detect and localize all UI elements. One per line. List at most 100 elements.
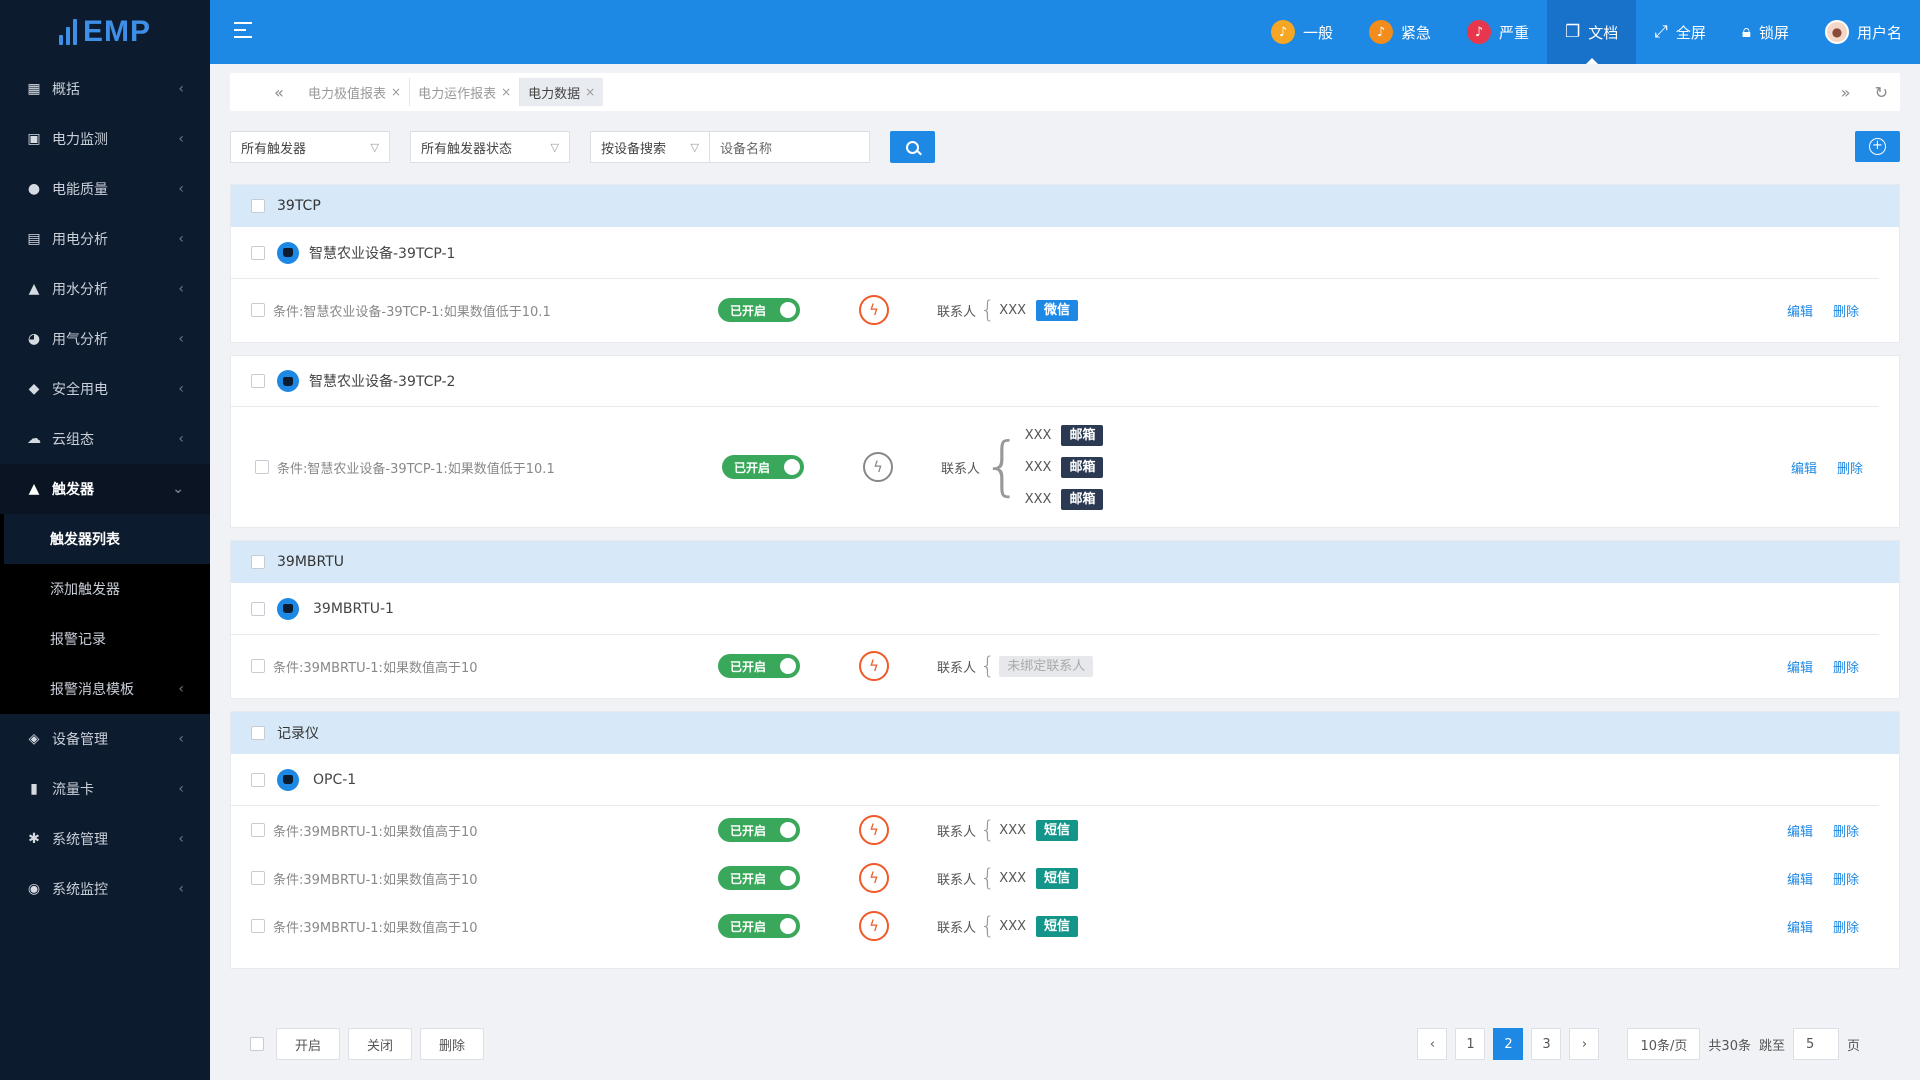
scroll-left-icon[interactable]: «	[258, 83, 300, 102]
delete-link[interactable]: 删除	[1833, 301, 1859, 320]
close-icon[interactable]: ×	[585, 85, 595, 99]
sidebar-item-power-quality[interactable]: ● 电能质量 ‹	[0, 164, 210, 214]
delete-link[interactable]: 删除	[1837, 458, 1863, 477]
enabled-toggle[interactable]: 已开启	[718, 866, 800, 890]
prev-page-icon[interactable]: ‹	[1417, 1028, 1448, 1060]
user-menu[interactable]: ● 用户名	[1807, 0, 1920, 64]
condition-checkbox[interactable]	[251, 303, 265, 317]
sidebar-item-power-monitor[interactable]: ▣ 电力监测 ‹	[0, 114, 210, 164]
sidebar: EMP ▦ 概括 ‹ ▣ 电力监测 ‹ ● 电能质量 ‹ ▤ 用电分析 ‹ ▲ …	[0, 0, 210, 1080]
fullscreen-label: 全屏	[1675, 23, 1706, 42]
scroll-right-icon[interactable]: »	[1841, 83, 1851, 102]
tab-power-data[interactable]: 电力数据 ×	[520, 78, 604, 106]
group-checkbox[interactable]	[251, 199, 265, 213]
group-name: 39MBRTU	[277, 554, 345, 570]
edit-link[interactable]: 编辑	[1787, 917, 1813, 936]
tab-power-extreme-report[interactable]: 电力极值报表 ×	[300, 78, 411, 106]
trigger-state-select[interactable]: 所有触发器状态 ▽	[410, 131, 570, 163]
bulk-enable-label: 开启	[295, 1038, 322, 1054]
group-checkbox[interactable]	[251, 555, 265, 569]
chevron-left-icon: ‹	[178, 181, 184, 197]
edit-link[interactable]: 编辑	[1787, 301, 1813, 320]
brace-icon: {	[980, 296, 996, 324]
group-card-39tcp: 39TCP 智慧农业设备-39TCP-1 条件:智慧农业设备-39TCP-1:如…	[230, 184, 1900, 343]
sms-badge: 短信	[1036, 915, 1079, 937]
enabled-toggle[interactable]: 已开启	[722, 455, 804, 479]
trigger-select[interactable]: 所有触发器 ▽	[230, 131, 390, 163]
menu-toggle-icon[interactable]	[234, 22, 252, 38]
device-checkbox[interactable]	[251, 601, 265, 616]
sidebar-subitem-alarm-records[interactable]: 报警记录	[0, 614, 210, 664]
bulk-disable-button[interactable]: 关闭	[348, 1028, 413, 1060]
device-checkbox[interactable]	[251, 245, 265, 260]
sidebar-item-trigger[interactable]: ▲ 触发器 ⌄	[0, 464, 210, 514]
sidebar-item-safety[interactable]: ◆ 安全用电 ‹	[0, 364, 210, 414]
bulk-delete-button[interactable]: 删除	[420, 1028, 485, 1060]
contact-label: 联系人	[937, 824, 977, 840]
sidebar-subitem-trigger-list[interactable]: 触发器列表	[4, 514, 210, 564]
sidebar-item-system-monitor[interactable]: ◉ 系统监控 ‹	[0, 864, 210, 914]
group-checkbox[interactable]	[251, 726, 265, 740]
sidebar-item-overview[interactable]: ▦ 概括 ‹	[0, 64, 210, 114]
sidebar-subitem-add-trigger[interactable]: 添加触发器	[0, 564, 210, 614]
page-2[interactable]: 2	[1493, 1028, 1524, 1060]
page-1[interactable]: 1	[1455, 1028, 1486, 1060]
condition-checkbox[interactable]	[251, 659, 265, 673]
sidebar-item-device-management[interactable]: ◈ 设备管理 ‹	[0, 714, 210, 764]
close-icon[interactable]: ×	[391, 85, 401, 99]
bulk-enable-button[interactable]: 开启	[276, 1028, 341, 1060]
condition-row: 条件:39MBRTU-1:如果数值高于10 已开启 ϟ 联系人 { XXX 短信…	[231, 854, 1899, 902]
add-trigger-button[interactable]: +	[1855, 131, 1900, 162]
select-all-checkbox[interactable]	[250, 1037, 264, 1051]
device-checkbox[interactable]	[251, 772, 265, 787]
sidebar-item-cloud-config[interactable]: ☁ 云组态 ‹	[0, 414, 210, 464]
edit-link[interactable]: 编辑	[1787, 657, 1813, 676]
alert-urgent-button[interactable]: ♪ 紧急	[1351, 0, 1449, 64]
refresh-icon[interactable]: ↻	[1875, 83, 1888, 102]
next-page-icon[interactable]: ›	[1569, 1028, 1600, 1060]
device-checkbox[interactable]	[251, 374, 265, 388]
delete-link[interactable]: 删除	[1833, 917, 1859, 936]
sidebar-item-sim-card[interactable]: ▮ 流量卡 ‹	[0, 764, 210, 814]
edit-link[interactable]: 编辑	[1787, 821, 1813, 840]
sidebar-subitem-alarm-templates[interactable]: 报警消息模板 ‹	[0, 664, 210, 714]
sidebar-item-system-management[interactable]: ✱ 系统管理 ‹	[0, 814, 210, 864]
condition-checkbox[interactable]	[251, 871, 265, 885]
lightning-icon: ϟ	[859, 863, 889, 893]
edit-link[interactable]: 编辑	[1791, 458, 1817, 477]
sidebar-item-gas-analysis[interactable]: ◕ 用气分析 ‹	[0, 314, 210, 364]
enabled-toggle[interactable]: 已开启	[718, 818, 800, 842]
lightning-icon: ϟ	[863, 452, 893, 482]
sidebar-item-water-analysis[interactable]: ▲ 用水分析 ‹	[0, 264, 210, 314]
avatar: ●	[1824, 20, 1849, 44]
search-type-select[interactable]: 按设备搜索 ▽	[590, 131, 710, 163]
page-size-select[interactable]: 10条/页	[1627, 1028, 1701, 1060]
enabled-toggle[interactable]: 已开启	[718, 654, 800, 678]
alert-normal-button[interactable]: ♪ 一般	[1253, 0, 1351, 64]
bell-icon: ♪	[1270, 20, 1295, 44]
enabled-toggle[interactable]: 已开启	[718, 914, 800, 938]
chevron-left-icon: ‹	[178, 731, 184, 747]
tab-power-operation-report[interactable]: 电力运作报表 ×	[410, 78, 521, 106]
delete-link[interactable]: 删除	[1833, 869, 1859, 888]
delete-link[interactable]: 删除	[1833, 821, 1859, 840]
close-icon[interactable]: ×	[501, 85, 511, 99]
delete-link[interactable]: 删除	[1833, 657, 1859, 676]
condition-checkbox[interactable]	[251, 823, 265, 837]
device-name-input[interactable]: 设备名称	[710, 131, 870, 163]
top-header: ♪ 一般 ♪ 紧急 ♪ 严重 ❐ 文档 ⤢ 全屏 🔒︎ 锁屏 ● 用户名	[210, 0, 1920, 64]
condition-checkbox[interactable]	[251, 919, 265, 933]
search-button[interactable]	[890, 131, 935, 163]
sidebar-item-electricity-analysis[interactable]: ▤ 用电分析 ‹	[0, 214, 210, 264]
alert-severe-button[interactable]: ♪ 严重	[1449, 0, 1547, 64]
trigger-select-value: 所有触发器	[241, 141, 307, 157]
docs-button[interactable]: ❐ 文档	[1547, 0, 1637, 64]
enabled-toggle[interactable]: 已开启	[718, 298, 800, 322]
chevron-down-icon: ⌄	[172, 481, 184, 497]
edit-link[interactable]: 编辑	[1787, 869, 1813, 888]
fullscreen-button[interactable]: ⤢ 全屏	[1636, 0, 1724, 64]
jump-page-input[interactable]: 5	[1792, 1028, 1839, 1060]
lock-screen-button[interactable]: 🔒︎ 锁屏	[1724, 0, 1807, 64]
condition-checkbox[interactable]	[255, 460, 269, 474]
page-3[interactable]: 3	[1531, 1028, 1562, 1060]
